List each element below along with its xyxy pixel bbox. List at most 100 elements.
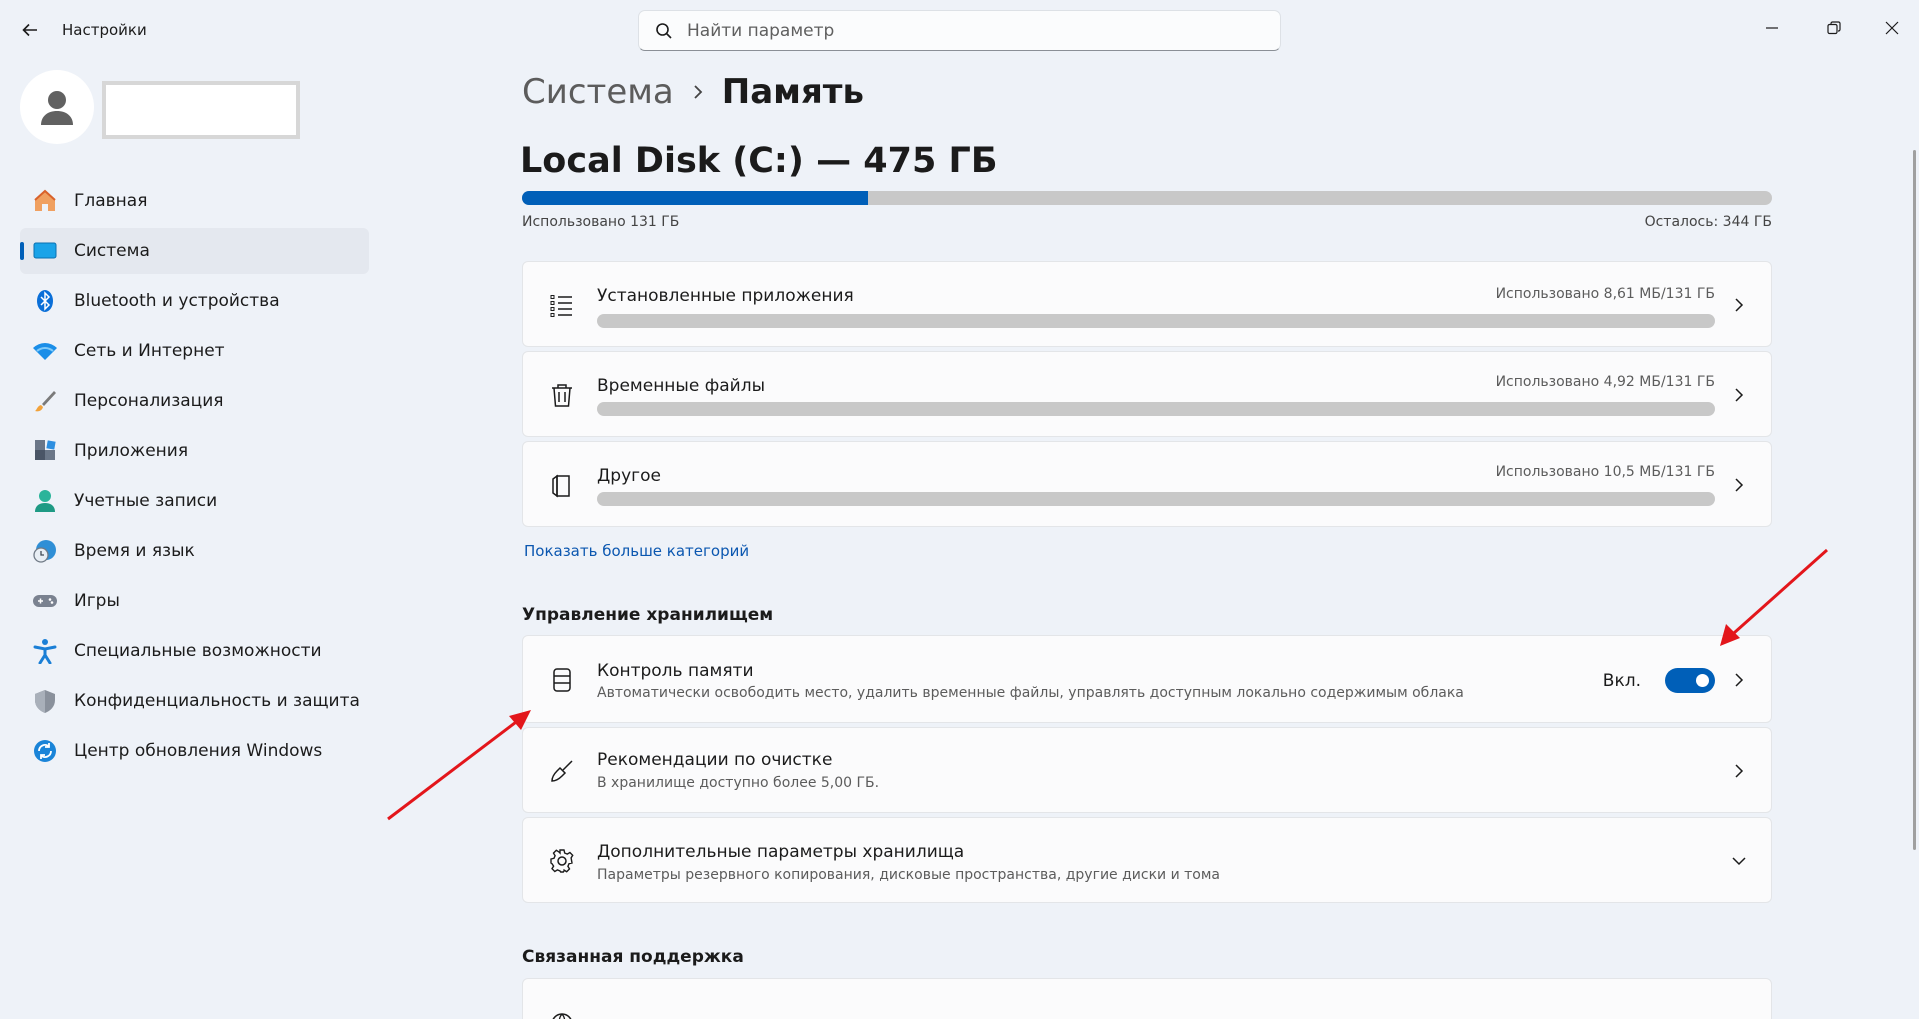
show-more-categories-link[interactable]: Показать больше категорий — [524, 542, 749, 560]
clock-globe-icon — [32, 538, 58, 564]
category-temp-files[interactable]: Временные файлы Использовано 4,92 МБ/131… — [522, 351, 1772, 437]
category-usage-bar — [597, 492, 1715, 506]
annotation-arrow-to-toggle — [1720, 548, 1828, 646]
sidebar-item-system[interactable]: Система — [20, 228, 369, 274]
globe-icon — [545, 1007, 579, 1019]
cleanup-recommendations-card[interactable]: Рекомендации по очистке В хранилище дост… — [522, 727, 1772, 813]
broom-icon — [545, 754, 579, 788]
category-title: Другое — [597, 466, 661, 486]
system-icon — [32, 238, 58, 264]
gamepad-icon — [32, 588, 58, 614]
annotation-arrow-to-storage-sense — [387, 710, 531, 821]
category-other[interactable]: Другое Использовано 10,5 МБ/131 ГБ — [522, 441, 1772, 527]
back-button[interactable] — [14, 14, 46, 46]
sidebar-item-home[interactable]: Главная — [20, 178, 369, 224]
search-input[interactable] — [687, 20, 1247, 41]
trash-icon — [545, 378, 579, 412]
category-installed-apps[interactable]: Установленные приложения Использовано 8,… — [522, 261, 1772, 347]
cleanup-recommendations-title: Рекомендации по очистке — [597, 750, 833, 770]
page-title: Память — [721, 72, 864, 112]
document-icon — [545, 468, 579, 502]
sidebar-item-label: Bluetooth и устройства — [74, 291, 280, 311]
storage-sense-card[interactable]: Контроль памяти Автоматически освободить… — [522, 635, 1772, 723]
sidebar-item-label: Центр обновления Windows — [74, 741, 323, 761]
sidebar-item-label: Приложения — [74, 441, 189, 461]
avatar[interactable] — [20, 70, 94, 144]
disk-title: Local Disk (C:) — 475 ГБ — [520, 141, 998, 181]
breadcrumb-parent[interactable]: Система — [522, 72, 674, 112]
storage-sense-toggle-label: Вкл. — [1602, 671, 1641, 691]
category-title: Временные файлы — [597, 376, 765, 396]
storage-sense-title: Контроль памяти — [597, 661, 754, 681]
sidebar-item-windows-update[interactable]: Центр обновления Windows — [20, 728, 369, 774]
sidebar-item-accessibility[interactable]: Специальные возможности — [20, 628, 369, 674]
gear-icon — [545, 844, 579, 878]
sidebar-item-apps[interactable]: Приложения — [20, 428, 369, 474]
sidebar-item-label: Конфиденциальность и защита — [74, 691, 360, 711]
search-icon — [656, 22, 672, 39]
window-title: Настройки — [62, 21, 147, 39]
advanced-storage-title: Дополнительные параметры хранилища — [597, 842, 965, 862]
chevron-right-icon — [1729, 385, 1749, 405]
chevron-right-icon — [1729, 475, 1749, 495]
home-icon — [32, 188, 58, 214]
sidebar-item-bluetooth[interactable]: Bluetooth и устройства — [20, 278, 369, 324]
sidebar-item-privacy[interactable]: Конфиденциальность и защита — [20, 678, 369, 724]
user-avatar-icon — [41, 91, 73, 125]
disk-free-label: Осталось: 344 ГБ — [1644, 214, 1772, 230]
category-usage-bar — [597, 402, 1715, 416]
sidebar-item-accounts[interactable]: Учетные записи — [20, 478, 369, 524]
related-support-card[interactable] — [522, 978, 1772, 1019]
update-icon — [32, 738, 58, 764]
sidebar-item-gaming[interactable]: Игры — [20, 578, 369, 624]
disk-usage-fill — [522, 191, 869, 205]
profile-name — [102, 81, 300, 139]
chevron-right-icon — [1729, 295, 1749, 315]
search-box[interactable] — [638, 10, 1281, 51]
sidebar-item-time-language[interactable]: Время и язык — [20, 528, 369, 574]
brush-icon — [32, 388, 58, 414]
sidebar-item-label: Сеть и Интернет — [74, 341, 225, 361]
wifi-icon — [32, 338, 58, 364]
storage-sense-subtitle: Автоматически освободить место, удалить … — [597, 685, 1464, 701]
chevron-right-icon — [1729, 761, 1749, 781]
sidebar-item-label: Учетные записи — [74, 491, 218, 511]
section-heading: Связанная поддержка — [522, 947, 744, 967]
advanced-storage-settings-card[interactable]: Дополнительные параметры хранилища Парам… — [522, 817, 1772, 903]
chevron-right-icon — [1729, 670, 1749, 690]
sidebar: Главная Система Bluetooth и устройства С… — [20, 178, 369, 778]
account-icon — [32, 488, 58, 514]
restore-icon — [1827, 21, 1841, 35]
category-usage: Использовано 4,92 МБ/131 ГБ — [1495, 374, 1715, 390]
sidebar-item-label: Персонализация — [74, 391, 224, 411]
sidebar-item-label: Игры — [74, 591, 120, 611]
restore-button[interactable] — [1814, 8, 1854, 48]
storage-sense-icon — [545, 663, 579, 697]
section-heading: Управление хранилищем — [522, 605, 774, 625]
category-title: Установленные приложения — [597, 286, 854, 306]
storage-sense-toggle[interactable] — [1665, 668, 1715, 693]
chevron-right-icon — [692, 83, 704, 101]
category-usage: Использовано 8,61 МБ/131 ГБ — [1495, 286, 1715, 302]
breadcrumb: Система Память — [522, 72, 864, 112]
chevron-down-icon — [1729, 851, 1749, 871]
advanced-storage-subtitle: Параметры резервного копирования, дисков… — [597, 867, 1220, 883]
apps-icon — [32, 438, 58, 464]
disk-usage-bar — [522, 191, 1772, 205]
disk-used-label: Использовано 131 ГБ — [522, 214, 680, 230]
shield-icon — [32, 688, 58, 714]
sidebar-item-personalization[interactable]: Персонализация — [20, 378, 369, 424]
sidebar-item-label: Главная — [74, 191, 148, 211]
sidebar-item-label: Система — [74, 241, 150, 261]
bluetooth-icon — [32, 288, 58, 314]
minimize-button[interactable] — [1752, 8, 1792, 48]
list-icon — [545, 288, 579, 322]
minimize-icon — [1766, 27, 1778, 29]
sidebar-item-label: Время и язык — [74, 541, 195, 561]
scrollbar[interactable] — [1913, 150, 1916, 850]
close-button[interactable] — [1872, 8, 1912, 48]
category-usage: Использовано 10,5 МБ/131 ГБ — [1495, 464, 1715, 480]
accessibility-icon — [32, 638, 58, 664]
category-usage-bar — [597, 314, 1715, 328]
sidebar-item-network[interactable]: Сеть и Интернет — [20, 328, 369, 374]
